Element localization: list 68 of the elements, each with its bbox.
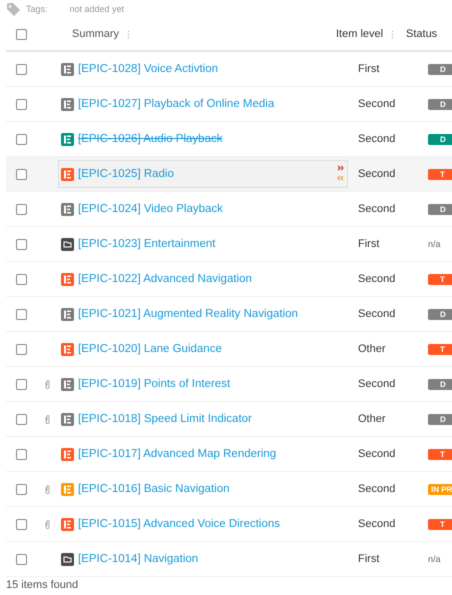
item-level: Second [358,378,396,390]
summary-link[interactable]: [EPIC-1015] Advanced Voice Directions [78,518,280,530]
item-level: Second [358,203,396,215]
row-checkbox[interactable] [16,168,26,180]
row-checkbox[interactable] [16,448,26,460]
row-checkbox[interactable] [16,98,26,110]
column-header[interactable]: Status [406,28,438,40]
column-header[interactable]: Summary [72,28,120,40]
status-text: n/a [428,239,441,249]
status-badge: T [428,344,452,355]
status-badge: D [428,64,452,75]
row-checkbox[interactable] [16,238,26,250]
item-level: Second [358,168,396,180]
status-badge: D [428,99,452,110]
status-badge: D [428,414,452,425]
row-checkbox[interactable] [16,204,26,214]
status-badge: IN PR [428,484,452,495]
column-header[interactable]: Item level [336,28,384,40]
status-badge: T [428,274,452,285]
item-level: Other [358,343,386,355]
status-badge: T [428,169,452,180]
select-all-checkbox[interactable] [16,28,26,40]
summary-link[interactable]: [EPIC-1020] Lane Guidance [78,343,222,355]
status-badge: D [428,134,452,145]
row-checkbox[interactable] [16,134,26,144]
summary-link[interactable]: [EPIC-1028] Voice Activtion [78,63,218,75]
summary-link[interactable]: [EPIC-1017] Advanced Map Rendering [78,448,276,460]
summary-link[interactable]: [EPIC-1019] Points of Interest [78,378,230,390]
item-level: First [358,553,380,565]
status-badge: D [428,204,452,215]
status-badge: D [428,309,452,320]
status-badge: D [428,379,452,390]
items-count: 15 items found [6,579,78,591]
summary-link[interactable]: [EPIC-1022] Advanced Navigation [78,273,252,285]
summary-link[interactable]: [EPIC-1021] Augmented Reality Navigation [78,308,298,320]
summary-link[interactable]: [EPIC-1014] Navigation [78,553,198,565]
summary-link[interactable]: [EPIC-1027] Playback of Online Media [78,98,274,110]
move-arrows-icon[interactable] [337,165,344,183]
item-level: Second [358,308,396,320]
item-level: Second [358,98,396,110]
item-level: Second [358,518,396,530]
item-level: Second [358,133,396,145]
summary-link[interactable]: [EPIC-1018] Speed Limit Indicator [78,413,252,425]
summary-link[interactable]: [EPIC-1026] Audio Playback [78,133,222,145]
tags-label: Tags: [26,4,48,14]
row-checkbox[interactable] [16,344,26,354]
row-checkbox[interactable] [16,518,26,530]
row-checkbox[interactable] [16,274,26,284]
row-checkbox[interactable] [16,554,26,564]
item-level: First [358,238,380,250]
status-badge: T [428,519,452,530]
row-checkbox[interactable] [16,64,26,74]
status-text: n/a [428,554,441,564]
row-checkbox[interactable] [16,414,26,424]
row-checkbox[interactable] [16,378,26,390]
summary-link[interactable]: [EPIC-1016] Basic Navigation [78,483,230,495]
item-level: Second [358,448,396,460]
item-level: Other [358,413,386,425]
row-checkbox[interactable] [16,484,26,494]
item-level: Second [358,483,396,495]
row-checkbox[interactable] [16,308,26,320]
summary-link[interactable]: [EPIC-1024] Video Playback [78,203,223,215]
tags-value: not added yet [70,4,124,14]
item-level: First [358,63,380,75]
summary-link[interactable]: [EPIC-1023] Entertainment [78,238,216,250]
item-level: Second [358,273,396,285]
summary-link[interactable]: [EPIC-1025] Radio [78,168,174,180]
status-badge: T [428,449,452,460]
